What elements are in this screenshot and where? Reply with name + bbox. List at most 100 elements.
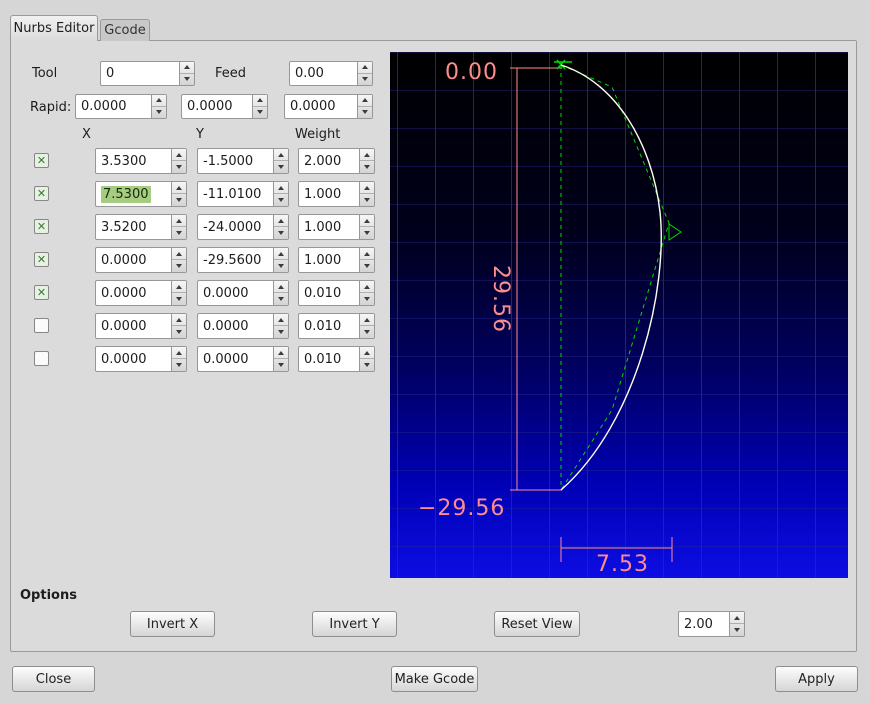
point-weight-steppers[interactable] (359, 215, 374, 239)
point-weight-steppers[interactable] (359, 149, 374, 173)
reset-view-button[interactable]: Reset View (494, 611, 580, 637)
spin-down-icon[interactable] (152, 107, 166, 119)
spin-down-icon[interactable] (274, 194, 288, 206)
spin-up-icon[interactable] (274, 347, 288, 359)
point-weight-steppers[interactable] (359, 248, 374, 272)
spin-down-icon[interactable] (253, 107, 267, 119)
point-x-steppers[interactable] (171, 281, 186, 305)
rapid-y-spinbox[interactable]: 0.0000 (181, 94, 268, 119)
spin-down-icon[interactable] (360, 293, 374, 305)
point-y-steppers[interactable] (273, 248, 288, 272)
point-y-steppers[interactable] (273, 281, 288, 305)
point-weight-spinbox[interactable]: 1.000 (298, 214, 375, 240)
spin-down-icon[interactable] (358, 74, 372, 86)
point-x-steppers[interactable] (171, 347, 186, 371)
spin-up-icon[interactable] (274, 182, 288, 194)
point-weight-steppers[interactable] (359, 281, 374, 305)
point-x-steppers[interactable] (171, 314, 186, 338)
point-weight-spinbox[interactable]: 1.000 (298, 247, 375, 273)
plot-area[interactable]: 0.00 29.56 −29.56 7.53 0.00 (390, 52, 848, 578)
point-x-spinbox[interactable]: 7.5300 (95, 181, 187, 207)
point-weight-spinbox[interactable]: 1.000 (298, 181, 375, 207)
spin-up-icon[interactable] (172, 248, 186, 260)
point-enable-checkbox[interactable] (34, 285, 49, 300)
spin-up-icon[interactable] (360, 215, 374, 227)
spin-down-icon[interactable] (172, 326, 186, 338)
point-x-spinbox[interactable]: 0.0000 (95, 247, 187, 273)
spin-up-icon[interactable] (274, 149, 288, 161)
spin-down-icon[interactable] (358, 107, 372, 119)
scale-spinbox[interactable]: 2.00 (678, 611, 745, 637)
spin-up-icon[interactable] (274, 314, 288, 326)
spin-up-icon[interactable] (730, 612, 744, 624)
point-y-spinbox[interactable]: -29.5600 (197, 247, 289, 273)
point-y-spinbox[interactable]: 0.0000 (197, 280, 289, 306)
spin-up-icon[interactable] (152, 95, 166, 107)
point-enable-checkbox[interactable] (34, 252, 49, 267)
point-x-steppers[interactable] (171, 149, 186, 173)
point-weight-spinbox[interactable]: 0.010 (298, 313, 375, 339)
point-weight-steppers[interactable] (359, 182, 374, 206)
spin-down-icon[interactable] (172, 227, 186, 239)
spin-up-icon[interactable] (358, 95, 372, 107)
point-x-spinbox[interactable]: 0.0000 (95, 346, 187, 372)
point-weight-steppers[interactable] (359, 314, 374, 338)
spin-up-icon[interactable] (360, 314, 374, 326)
point-x-spinbox[interactable]: 3.5200 (95, 214, 187, 240)
spin-up-icon[interactable] (172, 182, 186, 194)
spin-down-icon[interactable] (360, 260, 374, 272)
point-enable-checkbox[interactable] (34, 219, 49, 234)
point-y-steppers[interactable] (273, 182, 288, 206)
point-y-spinbox[interactable]: -1.5000 (197, 148, 289, 174)
point-enable-checkbox[interactable] (34, 351, 49, 366)
point-x-spinbox[interactable]: 3.5300 (95, 148, 187, 174)
spin-down-icon[interactable] (172, 161, 186, 173)
point-y-steppers[interactable] (273, 215, 288, 239)
spin-down-icon[interactable] (274, 227, 288, 239)
spin-down-icon[interactable] (172, 359, 186, 371)
make-gcode-button[interactable]: Make Gcode (391, 666, 478, 692)
rapid-z-steppers[interactable] (357, 95, 372, 118)
spin-up-icon[interactable] (172, 281, 186, 293)
rapid-x-spinbox[interactable]: 0.0000 (75, 94, 167, 119)
point-weight-steppers[interactable] (359, 347, 374, 371)
spin-up-icon[interactable] (180, 62, 194, 74)
point-x-spinbox[interactable]: 0.0000 (95, 280, 187, 306)
spin-down-icon[interactable] (274, 359, 288, 371)
scale-steppers[interactable] (729, 612, 744, 636)
point-weight-spinbox[interactable]: 2.000 (298, 148, 375, 174)
rapid-z-spinbox[interactable]: 0.0000 (284, 94, 373, 119)
feed-spinbox[interactable]: 0.00 (289, 61, 373, 86)
spin-down-icon[interactable] (172, 293, 186, 305)
spin-up-icon[interactable] (358, 62, 372, 74)
tab-nurbs-editor[interactable]: Nurbs Editor (10, 15, 98, 41)
point-y-spinbox[interactable]: -24.0000 (197, 214, 289, 240)
spin-down-icon[interactable] (360, 227, 374, 239)
point-y-spinbox[interactable]: -11.0100 (197, 181, 289, 207)
rapid-x-steppers[interactable] (151, 95, 166, 118)
tool-spinbox[interactable]: 0 (100, 61, 195, 86)
spin-down-icon[interactable] (360, 194, 374, 206)
spin-down-icon[interactable] (274, 161, 288, 173)
spin-up-icon[interactable] (274, 215, 288, 227)
point-x-steppers[interactable] (171, 182, 186, 206)
point-y-steppers[interactable] (273, 314, 288, 338)
point-x-steppers[interactable] (171, 215, 186, 239)
point-x-steppers[interactable] (171, 248, 186, 272)
spin-down-icon[interactable] (274, 293, 288, 305)
feed-steppers[interactable] (357, 62, 372, 85)
invert-x-button[interactable]: Invert X (130, 611, 215, 637)
spin-up-icon[interactable] (360, 182, 374, 194)
spin-down-icon[interactable] (180, 74, 194, 86)
point-enable-checkbox[interactable] (34, 318, 49, 333)
point-y-steppers[interactable] (273, 347, 288, 371)
spin-up-icon[interactable] (172, 215, 186, 227)
invert-y-button[interactable]: Invert Y (312, 611, 397, 637)
spin-up-icon[interactable] (172, 314, 186, 326)
point-enable-checkbox[interactable] (34, 186, 49, 201)
spin-down-icon[interactable] (172, 194, 186, 206)
spin-up-icon[interactable] (360, 281, 374, 293)
spin-down-icon[interactable] (360, 326, 374, 338)
spin-up-icon[interactable] (172, 149, 186, 161)
tab-gcode[interactable]: Gcode (100, 19, 150, 41)
